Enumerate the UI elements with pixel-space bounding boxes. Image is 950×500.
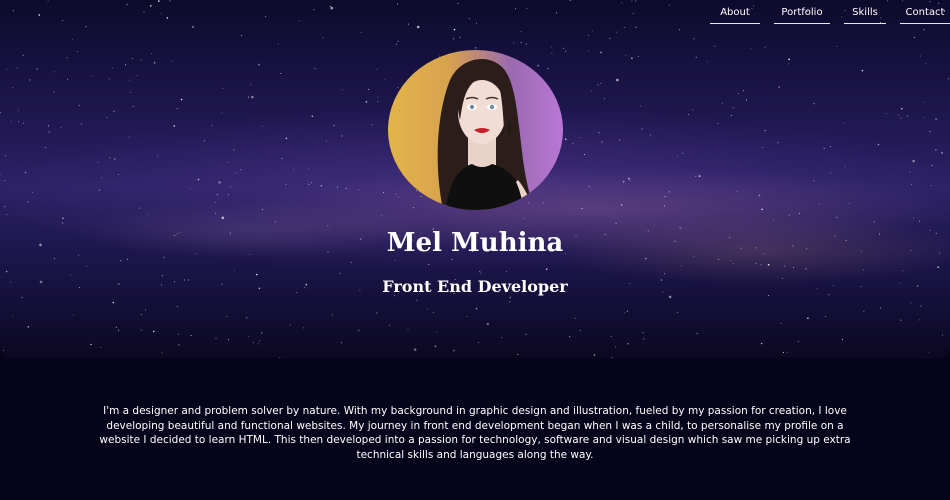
nav-link-skills[interactable]: Skills	[844, 0, 886, 24]
main-nav: About Portfolio Skills Contact	[710, 0, 950, 24]
profile-role: Front End Developer	[382, 277, 568, 296]
hero-section: About Portfolio Skills Contact Mel Muhin…	[0, 0, 950, 358]
about-paragraph: I'm a designer and problem solver by nat…	[99, 405, 851, 461]
profile-name: Mel Muhina	[386, 228, 564, 258]
nav-link-contact[interactable]: Contact	[900, 0, 950, 24]
profile-avatar	[388, 50, 563, 210]
nav-link-portfolio[interactable]: Portfolio	[774, 0, 830, 24]
profile-portrait-image	[437, 58, 536, 210]
nav-link-about[interactable]: About	[710, 0, 760, 24]
